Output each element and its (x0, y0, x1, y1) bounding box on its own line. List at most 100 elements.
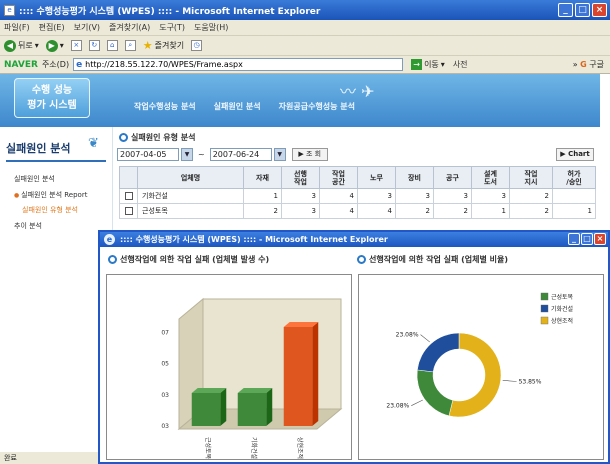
popup-maximize-button[interactable]: □ (581, 233, 593, 245)
back-button[interactable]: ◀ 뒤로 ▾ (4, 39, 39, 52)
y-tick-label: 07 (161, 330, 169, 337)
col-preceding-work: 선행 작업 (281, 166, 320, 189)
table-header-row: 업체명 자재 선행 작업 작업 공간 노무 장비 공구 설계 도서 작업 지시 허가/승… (119, 166, 596, 189)
header-select-all[interactable] (119, 166, 138, 189)
bar (191, 393, 221, 426)
table-cell: 3 (395, 188, 434, 204)
legend-swatch (540, 292, 549, 301)
date-from-dropdown-icon[interactable]: ▼ (181, 148, 193, 161)
table-cell: 1 (471, 203, 510, 219)
table-cell: 4 (319, 203, 358, 219)
forward-button[interactable]: ▶ ▾ (45, 39, 64, 52)
y-tick-label: 05 (161, 361, 169, 368)
donut-chart: 53.85% 23.08% 23.08% 근성토목기화건설상현조적 (386, 292, 574, 418)
menu-help[interactable]: 도움말(H) (194, 22, 228, 33)
date-to-field[interactable]: 2007-06-24 (209, 148, 272, 161)
sidebar-title: 실패원인 분석 (6, 142, 71, 155)
table-cell: 3 (281, 188, 320, 204)
close-button[interactable]: × (592, 3, 607, 17)
table-cell: 3 (357, 188, 396, 204)
section-ring-icon (357, 255, 366, 264)
legend-label: 근성토목 (551, 293, 574, 301)
col-material: 자재 (243, 166, 282, 189)
star-icon: ★ (142, 39, 153, 52)
sidebar-item-trend[interactable]: 추이 분석 (14, 221, 42, 231)
sidebar-item-failure-report[interactable]: 실패원인 분석 Report (14, 190, 87, 200)
top-navigation: 작업수행성능 분석 실패원인 분석 자원공급수행성능 분석 (134, 101, 355, 112)
page-icon: e (76, 59, 83, 70)
go-button[interactable]: → 이동 ▾ (411, 59, 445, 70)
status-text: 완료 (4, 454, 17, 462)
query-button[interactable]: ▶ 조 회 (291, 148, 328, 161)
x-tick-label: 근성토목 (204, 437, 212, 460)
y-tick-label: 03 (161, 392, 169, 399)
nav-resource-performance[interactable]: 자원공급수행성능 분석 (279, 101, 355, 112)
table-cell: 4 (357, 203, 396, 219)
stop-icon[interactable]: × (70, 40, 82, 51)
history-icon[interactable]: ◷ (191, 40, 203, 51)
refresh-icon[interactable]: ↻ (88, 40, 100, 51)
donut-slice (417, 332, 460, 373)
popup-window: e :::: 수행성능평가 시스템 (WPES) :::: - Microsof… (98, 230, 610, 464)
date-to-dropdown-icon[interactable]: ▼ (273, 148, 286, 161)
section-ring-icon (119, 133, 128, 142)
browser-toolbar: ◀ 뒤로 ▾ ▶ ▾ × ↻ ⌂ ⌕ ★ 즐겨찾기 ◷ (0, 36, 610, 56)
menu-file[interactable]: 파일(F) (4, 22, 30, 33)
pie-chart-title: 선행작업에 의한 작업 실패 (업체별 비율) (357, 254, 508, 265)
sidebar-item-failure-analysis[interactable]: 실패원인 분석 (14, 174, 55, 184)
col-company: 업체명 (137, 166, 244, 189)
bar-top (283, 322, 319, 327)
bar (237, 393, 267, 426)
popup-minimize-button[interactable]: _ (568, 233, 580, 245)
table-cell: 2 (433, 203, 472, 219)
nav-task-performance[interactable]: 작업수행성능 분석 (134, 101, 196, 112)
dictionary-button[interactable]: 사전 (453, 59, 468, 70)
y-tick-label: 03 (161, 423, 169, 430)
legend-swatch (540, 304, 549, 313)
menu-view[interactable]: 보기(V) (74, 22, 100, 33)
minimize-button[interactable]: _ (558, 3, 573, 17)
menu-edit[interactable]: 편집(E) (39, 22, 65, 33)
menu-tools[interactable]: 도구(T) (159, 22, 185, 33)
url-text: http://218.55.122.70/WPES/Frame.aspx (85, 60, 243, 69)
chart-button[interactable]: ▶ Chart (556, 148, 594, 161)
browser-title: :::: 수행성능평가 시스템 (WPES) :::: - Microsoft … (19, 6, 321, 17)
favorites-button[interactable]: ★ 즐겨찾기 (143, 39, 184, 52)
maximize-button[interactable]: □ (575, 3, 590, 17)
bird-decoration-icon: 〰 ✈ (340, 82, 375, 101)
bar-side (220, 388, 227, 426)
table-row[interactable]: 근성토목 2 3 4 4 2 2 1 2 1 (119, 203, 596, 219)
google-button[interactable]: » G 구글 (573, 59, 604, 70)
popup-title: :::: 수행성능평가 시스템 (WPES) :::: - Microsoft … (120, 235, 388, 244)
col-work-space: 작업 공간 (319, 166, 358, 189)
nav-failure-analysis[interactable]: 실패원인 분석 (214, 101, 261, 112)
table-row[interactable]: 기화건설 1 3 4 3 3 3 3 2 (119, 188, 596, 204)
menu-favorites[interactable]: 즐겨찾기(A) (109, 22, 150, 33)
search-icon[interactable]: ⌕ (124, 40, 136, 51)
table-cell: 1 (243, 188, 282, 204)
sidebar-item-failure-type[interactable]: 실패원인 유형 분석 (22, 205, 78, 215)
ie-icon: e (4, 4, 15, 16)
table-cell: 3 (433, 188, 472, 204)
site-logo[interactable]: 수행 성능 평가 시스템 (14, 78, 90, 118)
popup-close-button[interactable]: × (594, 233, 606, 245)
home-icon[interactable]: ⌂ (106, 40, 118, 51)
failure-table: 업체명 자재 선행 작업 작업 공간 노무 장비 공구 설계 도서 작업 지시 허가/승… (119, 166, 596, 219)
back-arrow-icon: ◀ (4, 39, 16, 52)
url-input[interactable]: e http://218.55.122.70/WPES/Frame.aspx (73, 58, 404, 71)
date-from-field[interactable]: 2007-04-05 (117, 148, 179, 161)
donut-slice (416, 369, 454, 417)
leader-line (411, 399, 423, 406)
row-checkbox[interactable] (124, 192, 133, 200)
legend-label: 기화건설 (551, 305, 573, 313)
row-checkbox[interactable] (124, 207, 133, 215)
date-filter: 2007-04-05 ▼ ~ 2007-06-24 ▼ ▶ 조 회 (117, 148, 328, 161)
section-title: 실패원인 유형 분석 (119, 132, 195, 143)
leader-line (420, 334, 431, 343)
browser-title-bar: e :::: 수행성능평가 시스템 (WPES) :::: - Microsof… (0, 0, 610, 20)
col-design-docs: 설계 도서 (471, 166, 510, 189)
bar-chart-pane: 03 03 05 07 근성토목 기화건설 상현조적 (106, 274, 352, 460)
table-cell: 2 (509, 188, 553, 204)
col-work-order: 작업 지시 (509, 166, 553, 189)
col-tools: 공구 (433, 166, 472, 189)
